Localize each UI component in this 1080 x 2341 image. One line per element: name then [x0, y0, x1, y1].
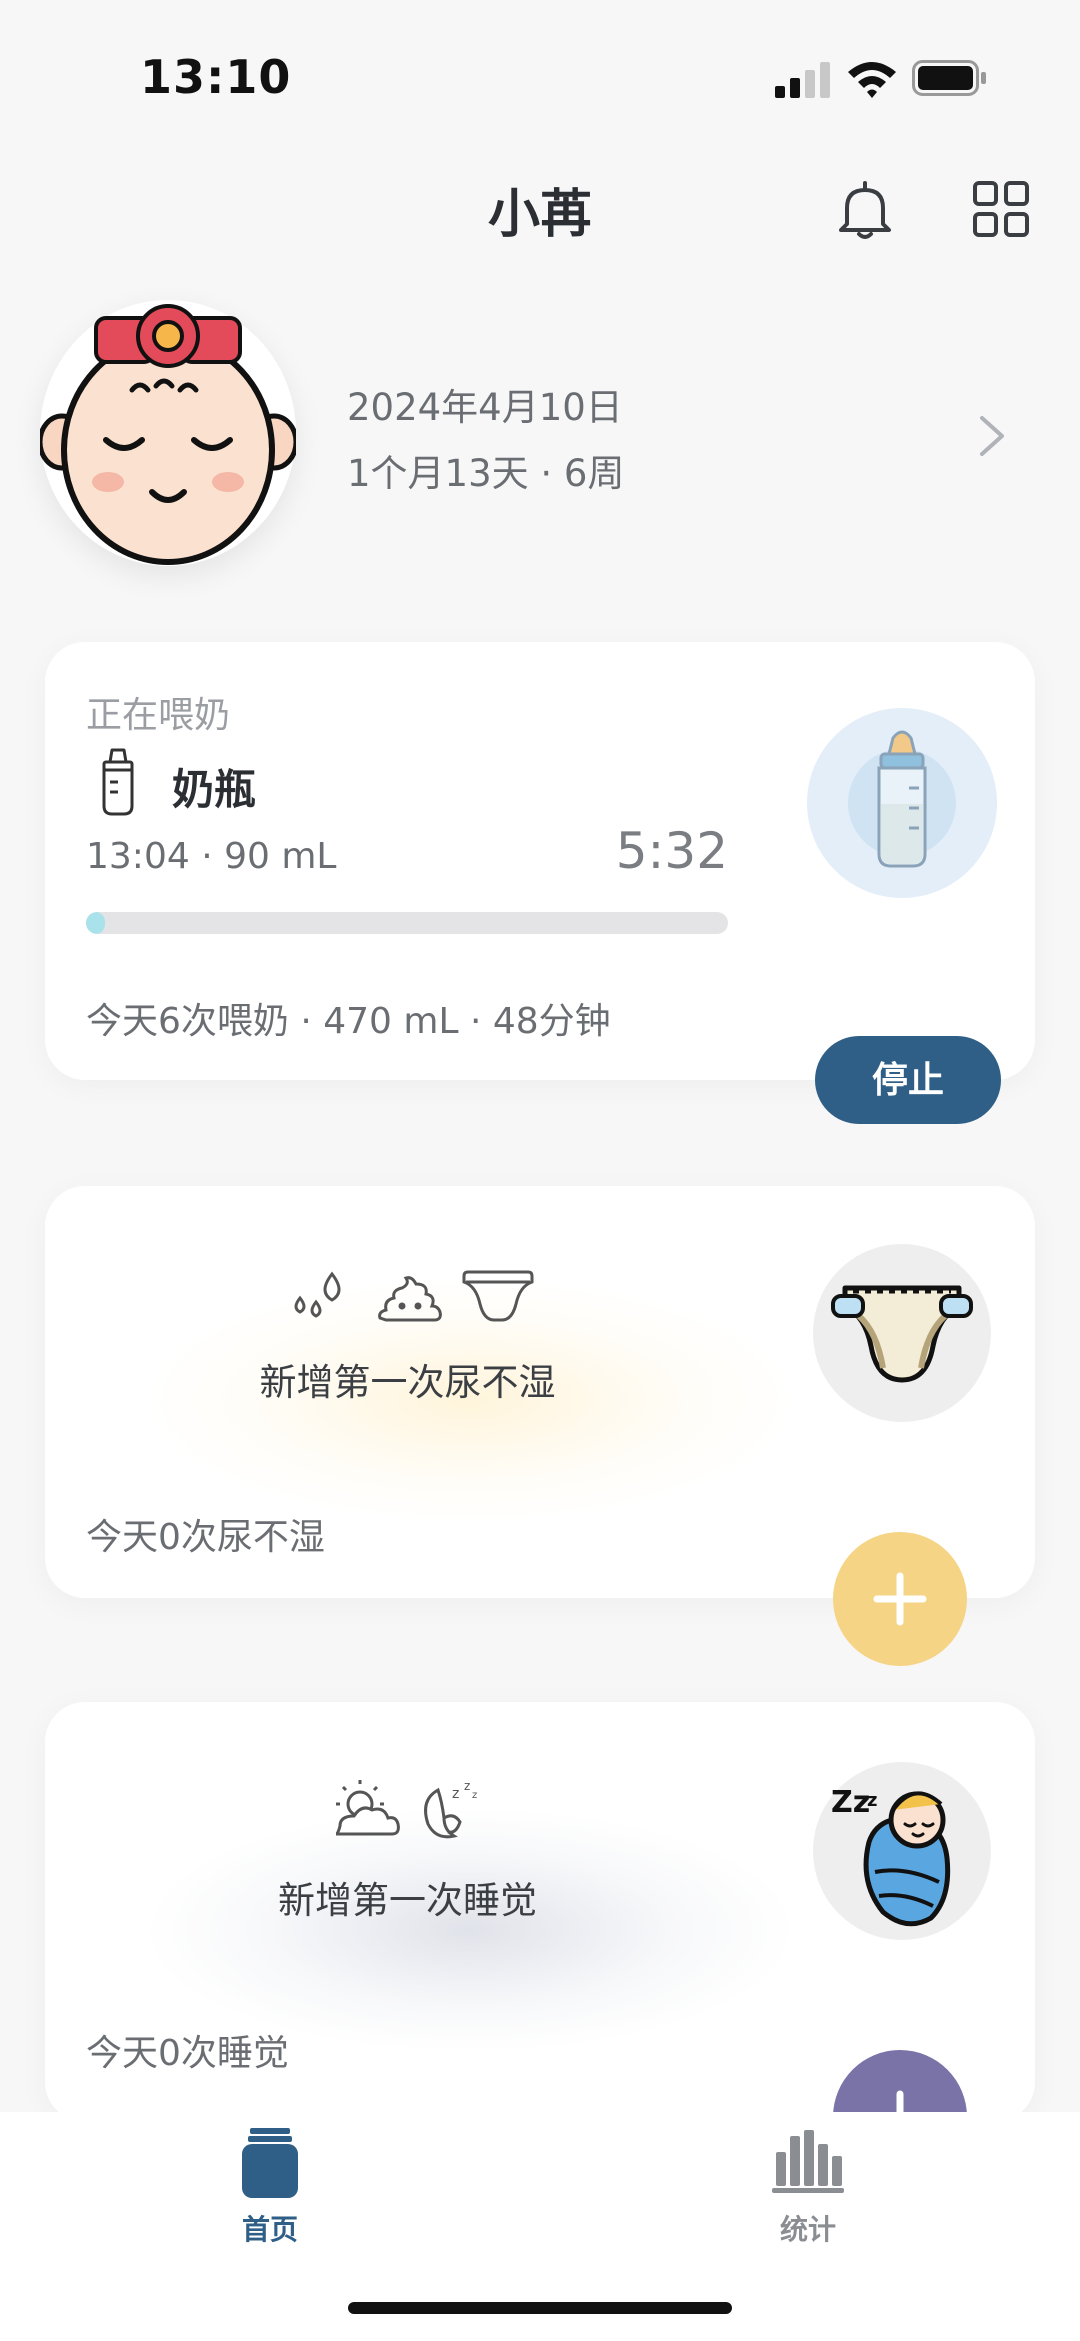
svg-text:z: z [464, 1779, 470, 1793]
diaper-outline-icon [462, 1270, 534, 1322]
birth-date: 2024年4月10日 [347, 386, 623, 429]
baby-face-icon [37, 304, 299, 565]
feeding-status: 正在喂奶 [86, 695, 231, 736]
tab-statistics[interactable]: 统计 [748, 2208, 868, 2248]
grid-menu-icon[interactable] [972, 180, 1030, 238]
pee-drops-icon [294, 1271, 341, 1318]
sleep-action-circle[interactable]: Zz z [813, 1762, 991, 1940]
page-title: 小苒 [487, 185, 592, 245]
status-time: 13:10 [140, 50, 292, 104]
signal-icon [775, 62, 830, 98]
feeding-start-volume: 13:04 · 90 mL [86, 836, 337, 877]
feeding-progress-fill [86, 912, 106, 934]
night-moon-icon: z z z [424, 1779, 477, 1839]
stats-bar-chart-icon[interactable] [772, 2128, 844, 2194]
sleeping-baby-icon: Zz z [831, 1785, 951, 1927]
add-diaper-button[interactable] [833, 1532, 967, 1666]
svg-text:Zz: Zz [831, 1785, 870, 1820]
bottle-icon [102, 748, 134, 816]
sleep-card-glow [150, 1810, 790, 2050]
diaper-summary: 今天0次尿不湿 [86, 1517, 325, 1558]
tab-home[interactable]: 首页 [210, 2208, 330, 2248]
plus-icon [873, 1572, 927, 1626]
feeding-progress-bar [86, 912, 728, 934]
diaper-type-icons [294, 1270, 534, 1322]
sleep-type-icons: z z z [335, 1779, 477, 1839]
battery-icon [912, 60, 986, 96]
bell-icon[interactable] [833, 178, 897, 242]
feeding-summary: 今天6次喂奶 · 470 mL · 48分钟 [86, 1001, 611, 1042]
baby-avatar[interactable] [37, 300, 299, 566]
svg-text:z: z [867, 1790, 877, 1811]
diaper-action-circle[interactable] [813, 1244, 991, 1422]
svg-text:z: z [472, 1790, 477, 1801]
feeding-action-circle[interactable] [807, 708, 997, 898]
sleep-summary: 今天0次睡觉 [86, 2033, 289, 2074]
wifi-icon [848, 62, 896, 98]
diaper-icon [831, 1285, 973, 1383]
feeding-type: 奶瓶 [172, 765, 257, 814]
baby-age: 1个月13天 · 6周 [347, 452, 625, 495]
home-jar-icon[interactable] [240, 2126, 300, 2200]
diaper-add-prompt: 新增第一次尿不湿 [259, 1361, 556, 1404]
home-indicator [348, 2302, 732, 2314]
chevron-right-icon[interactable] [974, 414, 1010, 458]
sleep-add-prompt: 新增第一次睡觉 [278, 1879, 537, 1922]
nap-cloud-sun-icon [335, 1780, 400, 1836]
baby-bottle-icon [848, 730, 956, 868]
feeding-timer: 5:32 [615, 822, 728, 880]
stop-feeding-button[interactable]: 停止 [815, 1036, 1001, 1124]
svg-text:z: z [452, 1786, 459, 1802]
poop-icon [378, 1276, 442, 1322]
